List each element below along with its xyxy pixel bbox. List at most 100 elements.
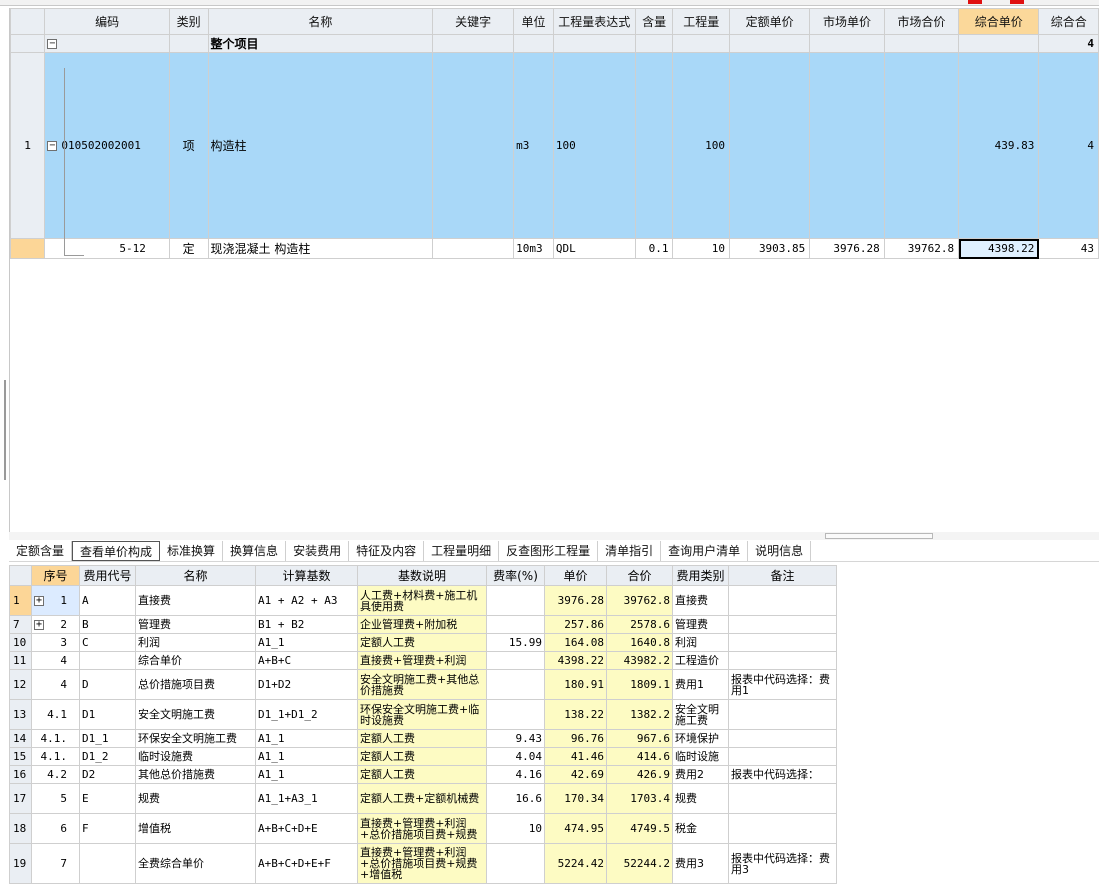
col-content-header[interactable]: 含量 — [634, 8, 674, 35]
cell-base-desc[interactable]: 直接费+管理费+利润+总价措施项目费+规费 — [357, 813, 487, 844]
tab-features-content[interactable]: 特征及内容 — [349, 540, 425, 561]
cell-total[interactable]: 414.6 — [606, 747, 673, 766]
col-category-header[interactable]: 类别 — [168, 8, 209, 35]
cell-expr[interactable]: QDL — [552, 238, 636, 259]
cell-rate[interactable]: 9.43 — [486, 729, 545, 748]
cell-note[interactable] — [728, 633, 837, 652]
tab-unit-price-composition[interactable]: 查看单价构成 — [72, 540, 161, 561]
col-keyword-header[interactable]: 关键字 — [432, 8, 515, 35]
cell-fee-name[interactable]: 安全文明施工费 — [135, 699, 256, 730]
cell-seq[interactable]: 6 — [31, 813, 80, 844]
cell-fee-type[interactable]: 临时设施 — [672, 747, 729, 766]
tab-reverse-graphic-quantity[interactable]: 反查图形工程量 — [499, 540, 599, 561]
cell-calc-base[interactable]: A+B+C — [255, 651, 358, 670]
cell-name[interactable]: 构造柱 — [207, 52, 434, 239]
cell-total[interactable]: 43982.2 — [606, 651, 673, 670]
cell-calc-base[interactable]: A1_1 — [255, 633, 358, 652]
col-unit-total-header[interactable]: 综合合 — [1038, 8, 1099, 35]
cell-fee-code[interactable]: D — [79, 669, 136, 700]
cell-total[interactable]: 52244.2 — [606, 843, 673, 884]
cell-fee-type[interactable]: 管理费 — [672, 615, 729, 634]
collapse-icon[interactable]: − — [47, 141, 58, 151]
cell-base-desc[interactable]: 安全文明施工费+其他总价措施费 — [357, 669, 487, 700]
cell-rate[interactable] — [486, 651, 545, 670]
col-name-header[interactable]: 名称 — [207, 8, 434, 35]
cell-seq[interactable]: 4 — [31, 651, 80, 670]
cell-fee-name[interactable]: 临时设施费 — [135, 747, 256, 766]
cell-base-desc[interactable]: 企业管理费+附加税 — [357, 615, 487, 634]
cell-fee-code[interactable]: D1 — [79, 699, 136, 730]
cell-fee-code[interactable]: E — [79, 783, 136, 814]
cell-keyword[interactable] — [432, 238, 515, 259]
cell-fee-code[interactable] — [79, 651, 136, 670]
cell-fee-name[interactable]: 管理费 — [135, 615, 256, 634]
tab-bill-guide[interactable]: 清单指引 — [598, 540, 662, 561]
cell-rate[interactable]: 4.16 — [486, 765, 545, 784]
cell-base-desc[interactable]: 定额人工费+定额机械费 — [357, 783, 487, 814]
col-unit-price-header[interactable]: 综合单价 — [958, 8, 1040, 35]
cell-base-desc[interactable]: 定额人工费 — [357, 765, 487, 784]
cell-fee-type[interactable]: 安全文明施工费 — [672, 699, 729, 730]
cell-market-total[interactable] — [883, 52, 960, 239]
table-row[interactable]: 7 +2 B 管理费 B1 + B2 企业管理费+附加税 257.86 2578.6 管理费 — [9, 615, 837, 634]
splitter-grip[interactable] — [825, 533, 933, 539]
cell-fee-code[interactable]: C — [79, 633, 136, 652]
cell-fee-type[interactable]: 直接费 — [672, 585, 729, 616]
cell-total[interactable]: 1382.2 — [606, 699, 673, 730]
cell-total[interactable]: 4749.5 — [606, 813, 673, 844]
cell-calc-base[interactable]: A1_1 — [255, 747, 358, 766]
table-row[interactable]: 16 4.2 D2 其他总价措施费 A1_1 定额人工费 4.16 42.69 426.9 费用2… — [9, 765, 837, 784]
tab-conversion-info[interactable]: 换算信息 — [223, 540, 287, 561]
cell-fee-code[interactable]: D1_2 — [79, 747, 136, 766]
tab-query-user-bill[interactable]: 查询用户清单 — [661, 540, 749, 561]
cell-unit[interactable]: 10m3 — [513, 238, 554, 259]
cell-note[interactable] — [728, 585, 837, 616]
cell-base-desc[interactable]: 定额人工费 — [357, 747, 487, 766]
cell-price[interactable]: 164.08 — [544, 633, 607, 652]
cell-seq[interactable]: 7 — [31, 843, 80, 884]
col-fee-name-header[interactable]: 名称 — [135, 565, 256, 586]
cell-seq[interactable]: 4.2 — [31, 765, 80, 784]
cell-fee-code[interactable]: D1_1 — [79, 729, 136, 748]
collapse-toggle[interactable]: − — [44, 34, 170, 53]
cell-quota-price[interactable]: 3903.85 — [729, 238, 811, 259]
expand-icon[interactable]: + — [34, 596, 44, 606]
tab-standard-conversion[interactable]: 标准换算 — [160, 540, 224, 561]
cell-seq[interactable]: 5 — [31, 783, 80, 814]
col-base-desc-header[interactable]: 基数说明 — [357, 565, 487, 586]
cell-unit-price-focused[interactable]: 4398.22 — [958, 238, 1040, 259]
table-row[interactable]: 18 6 F 增值税 A+B+C+D+E 直接费+管理费+利润+总价措施项目费+规费 10 4… — [9, 813, 837, 844]
cell-note[interactable] — [728, 651, 837, 670]
table-row[interactable]: 1 −010502002001 项 构造柱 m3 100 100 439.83 … — [10, 52, 1099, 239]
tab-quota-content[interactable]: 定额含量 — [9, 540, 73, 561]
cell-calc-base[interactable]: D1+D2 — [255, 669, 358, 700]
col-market-price-header[interactable]: 市场单价 — [809, 8, 885, 35]
cell-note[interactable]: 报表中代码选择：费用3 — [728, 843, 837, 884]
cell-total[interactable]: 1809.1 — [606, 669, 673, 700]
cell-note[interactable] — [728, 783, 837, 814]
cell-fee-code[interactable]: A — [79, 585, 136, 616]
col-unit-header[interactable]: 单位 — [513, 8, 554, 35]
cell-fee-name[interactable]: 其他总价措施费 — [135, 765, 256, 784]
cell-market-total[interactable]: 39762.8 — [883, 238, 960, 259]
cell-price[interactable]: 4398.22 — [544, 651, 607, 670]
cell-base-desc[interactable]: 直接费+管理费+利润 — [357, 651, 487, 670]
cell-base-desc[interactable]: 环保安全文明施工费+临时设施费 — [357, 699, 487, 730]
cell-calc-base[interactable]: A1_1+A3_1 — [255, 783, 358, 814]
cell-seq[interactable]: 4.1. — [31, 747, 80, 766]
cell-content[interactable] — [634, 52, 674, 239]
cell-price[interactable]: 474.95 — [544, 813, 607, 844]
cell-total[interactable]: 1703.4 — [606, 783, 673, 814]
table-row[interactable]: 13 4.1 D1 安全文明施工费 D1_1+D1_2 环保安全文明施工费+临时设施费 13… — [9, 699, 837, 730]
cell-fee-name[interactable]: 环保安全文明施工费 — [135, 729, 256, 748]
cell-seq[interactable]: +2 — [31, 615, 80, 634]
table-row[interactable]: 11 4 综合单价 A+B+C 直接费+管理费+利润 4398.22 43982.2 工程造价 — [9, 651, 837, 670]
cell-rate[interactable]: 15.99 — [486, 633, 545, 652]
col-fee-code-header[interactable]: 费用代号 — [79, 565, 136, 586]
cell-rate[interactable] — [486, 585, 545, 616]
table-row[interactable]: 1 +1 A 直接费 A1 + A2 + A3 人工费+材料费+施工机具使用费 3976.2… — [9, 585, 837, 616]
cell-calc-base[interactable]: A1 + A2 + A3 — [255, 585, 358, 616]
cell-base-desc[interactable]: 直接费+管理费+利润+总价措施项目费+规费+增值税 — [357, 843, 487, 884]
col-code-header[interactable]: 编码 — [44, 8, 170, 35]
cell-rate[interactable]: 16.6 — [486, 783, 545, 814]
